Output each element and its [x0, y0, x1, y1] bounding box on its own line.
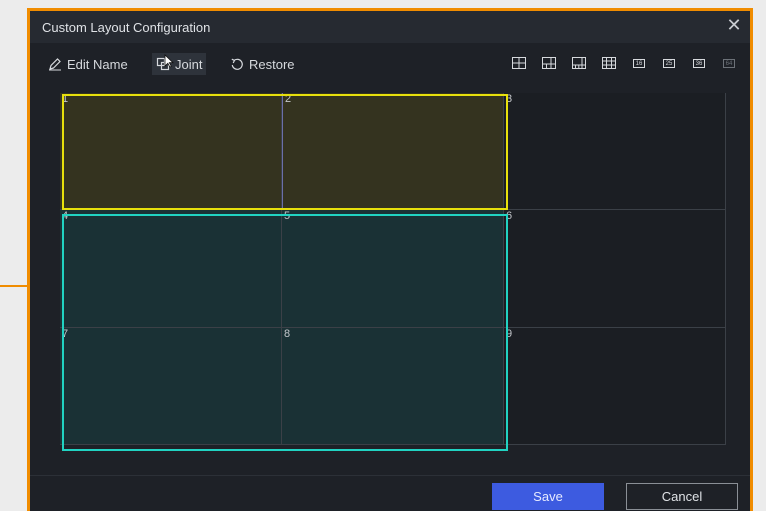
cell-number: 7 [62, 327, 69, 340]
window-cell-8[interactable]: 8 [282, 327, 504, 445]
window-cell-4[interactable]: 4 [60, 210, 282, 328]
save-button[interactable]: Save [492, 483, 604, 510]
cell-number: 1 [62, 93, 69, 105]
window-cell-5[interactable]: 5 [282, 210, 504, 328]
window-cell-6[interactable]: 6 [504, 210, 726, 328]
cell-number: 5 [284, 210, 291, 223]
cell-number: 8 [284, 327, 291, 340]
cell-number: 2 [285, 93, 292, 105]
edit-name-button[interactable]: Edit Name [44, 53, 132, 75]
restore-icon [231, 58, 243, 70]
cell-number: 6 [506, 210, 513, 223]
toolbar: Edit Name Joint Restore 16 25 36 64 [30, 51, 750, 77]
cell-number: 9 [506, 327, 513, 340]
edit-name-label: Edit Name [67, 56, 128, 72]
pencil-icon [49, 58, 61, 71]
joint-label: Joint [175, 56, 203, 72]
layout-1-3-icon[interactable] [511, 57, 527, 69]
footer-divider [30, 475, 750, 476]
restore-label: Restore [249, 56, 295, 72]
layout-12-icon[interactable] [601, 57, 617, 69]
dialog-title: Custom Layout Configuration [42, 20, 211, 35]
mouse-cursor-icon [164, 54, 174, 68]
layout-64-icon[interactable]: 64 [721, 57, 737, 69]
layout-presets: 16 25 36 64 [511, 57, 737, 69]
window-cell-9[interactable]: 9 [504, 327, 726, 445]
restore-button[interactable]: Restore [226, 53, 299, 75]
background-connector-line [0, 285, 28, 287]
cell-number: 3 [506, 93, 513, 105]
window-cell-7[interactable]: 7 [60, 327, 282, 445]
title-bar: Custom Layout Configuration ✕ [30, 11, 750, 43]
layout-36-icon[interactable]: 36 [691, 57, 707, 69]
layout-16-icon[interactable]: 16 [631, 57, 647, 69]
layout-1-7-icon[interactable] [571, 57, 587, 69]
window-cell-1[interactable]: 1 [60, 93, 282, 211]
joint-button[interactable]: Joint [152, 53, 207, 75]
layout-grid: 1 2 3 4 5 6 7 8 9 [60, 93, 726, 445]
window-cell-2[interactable]: 2 [282, 93, 504, 211]
cell-number: 4 [62, 210, 69, 223]
custom-layout-dialog: Custom Layout Configuration ✕ Edit Name … [27, 8, 753, 511]
close-icon[interactable]: ✕ [724, 15, 744, 35]
window-cell-3[interactable]: 3 [504, 93, 726, 211]
layout-25-icon[interactable]: 25 [661, 57, 677, 69]
layout-1-5-icon[interactable] [541, 57, 557, 69]
cancel-button[interactable]: Cancel [626, 483, 738, 510]
